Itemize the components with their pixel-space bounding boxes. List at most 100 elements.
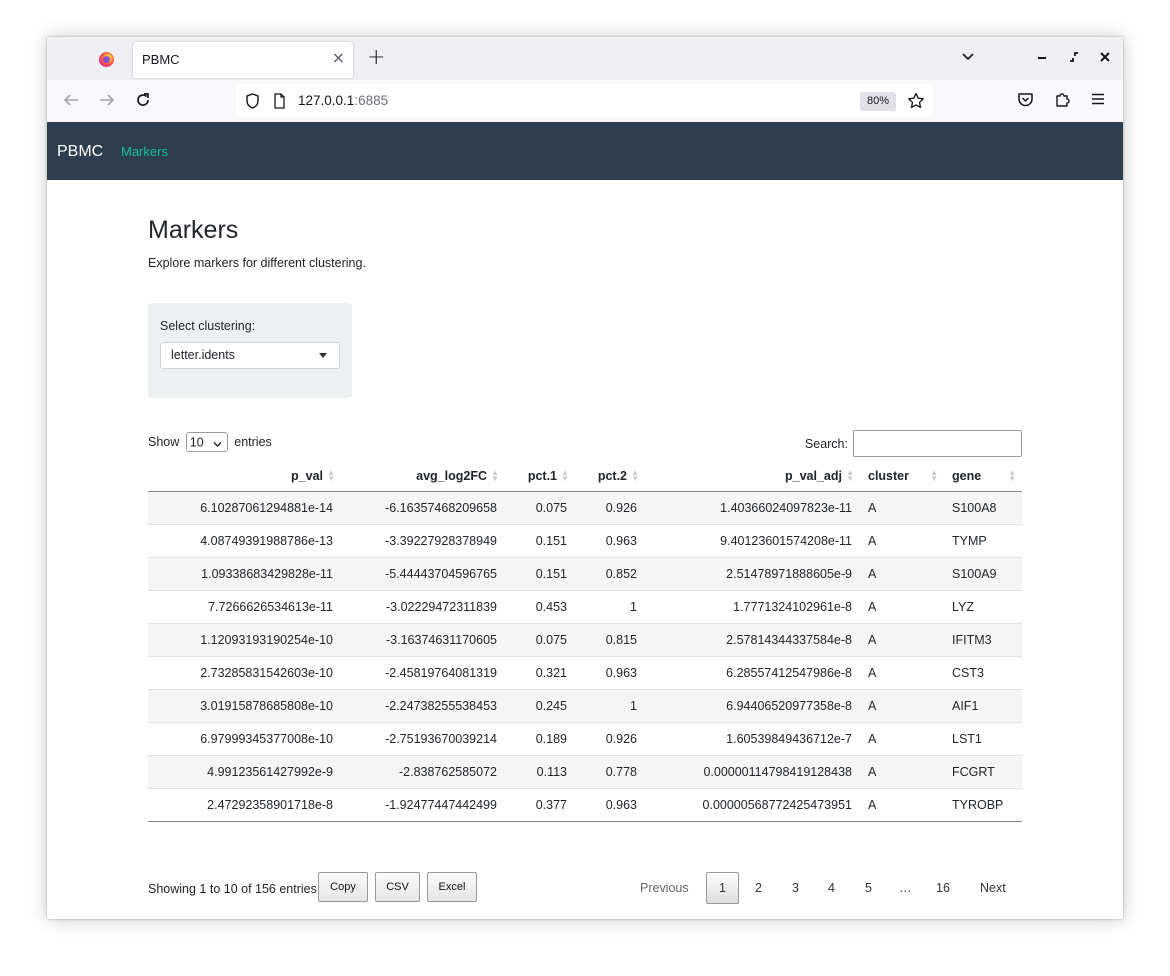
- cell-pct2: 1: [575, 590, 645, 624]
- pagination-page[interactable]: 3: [792, 881, 799, 895]
- url-text[interactable]: 127.0.0.1:6885: [298, 93, 388, 108]
- back-arrow-icon[interactable]: [62, 91, 80, 114]
- search-input[interactable]: [853, 430, 1022, 457]
- table-row[interactable]: 1.12093193190254e-10 -3.16374631170605 0…: [148, 623, 1022, 657]
- minimize-icon[interactable]: [1037, 50, 1047, 66]
- table-row[interactable]: 6.10287061294881e-14 -6.16357468209658 0…: [148, 491, 1022, 525]
- cell-p-val: 6.10287061294881e-14: [148, 491, 341, 525]
- column-header-pct2[interactable]: pct.2 ▲ ▼: [575, 461, 645, 492]
- cell-avg-log2fc: -2.838762585072: [341, 755, 505, 789]
- shield-icon[interactable]: [245, 93, 260, 113]
- pagination-ellipsis: …: [899, 881, 912, 895]
- cell-p-val-adj: 6.94406520977358e-8: [645, 689, 860, 723]
- tab-list-chevron-icon[interactable]: [961, 50, 975, 66]
- cell-p-val-adj: 1.60539849436712e-7: [645, 722, 860, 756]
- table-row[interactable]: 4.99123561427992e-9 -2.838762585072 0.11…: [148, 755, 1022, 789]
- cell-avg-log2fc: -5.44443704596765: [341, 557, 505, 591]
- zoom-level-badge[interactable]: 80%: [860, 92, 896, 111]
- table-row[interactable]: 1.09338683429828e-11 -5.44443704596765 0…: [148, 557, 1022, 591]
- cell-avg-log2fc: -2.75193670039214: [341, 722, 505, 756]
- sort-icon: ▲ ▼: [491, 468, 499, 483]
- sort-icon: ▲ ▼: [1008, 468, 1016, 483]
- column-header-p-val[interactable]: p_val ▲ ▼: [148, 461, 341, 492]
- pagination-page[interactable]: 5: [865, 881, 872, 895]
- column-header-p-val-adj[interactable]: p_val_adj ▲ ▼: [645, 461, 860, 492]
- pagination-page[interactable]: 2: [755, 881, 762, 895]
- reload-icon[interactable]: [134, 91, 152, 114]
- table-row[interactable]: 7.7266626534613e-11 -3.02229472311839 0.…: [148, 590, 1022, 624]
- cell-pct1: 0.151: [505, 524, 575, 558]
- clustering-select[interactable]: letter.idents: [160, 342, 340, 369]
- pagination-page[interactable]: 16: [936, 881, 950, 895]
- app-brand[interactable]: PBMC: [57, 143, 103, 161]
- restore-icon[interactable]: [1069, 50, 1079, 66]
- cell-p-val: 2.47292358901718e-8: [148, 788, 341, 822]
- new-tab-button[interactable]: +: [367, 47, 385, 69]
- forward-arrow-icon[interactable]: [98, 91, 116, 114]
- cell-cluster: A: [860, 755, 944, 789]
- column-header-cluster[interactable]: cluster ▲ ▼: [860, 461, 944, 492]
- sort-icon: ▲ ▼: [631, 468, 639, 483]
- bookmark-star-icon[interactable]: [907, 92, 925, 114]
- cell-cluster: A: [860, 722, 944, 756]
- table-row[interactable]: 6.97999345377008e-10 -2.75193670039214 0…: [148, 722, 1022, 756]
- copy-button[interactable]: Copy: [318, 872, 368, 902]
- cell-avg-log2fc: -2.45819764081319: [341, 656, 505, 690]
- column-header-pct1[interactable]: pct.1 ▲ ▼: [505, 461, 575, 492]
- column-header-avg-log2fc[interactable]: avg_log2FC ▲ ▼: [341, 461, 505, 492]
- show-label: Show: [148, 435, 180, 449]
- cell-pct1: 0.189: [505, 722, 575, 756]
- table-row[interactable]: 2.47292358901718e-8 -1.92477447442499 0.…: [148, 788, 1022, 822]
- cell-gene: S100A8: [944, 491, 1022, 525]
- url-bar[interactable]: 127.0.0.1:6885 80%: [236, 85, 933, 117]
- pagination-page-current[interactable]: 1: [706, 872, 739, 904]
- cell-pct1: 0.075: [505, 623, 575, 657]
- nav-link-markers[interactable]: Markers: [121, 144, 168, 159]
- cell-cluster: A: [860, 557, 944, 591]
- cell-cluster: A: [860, 524, 944, 558]
- table-row[interactable]: 4.08749391988786e-13 -3.39227928378949 0…: [148, 524, 1022, 558]
- cell-cluster: A: [860, 788, 944, 822]
- cell-gene: AIF1: [944, 689, 1022, 723]
- tab-close-icon[interactable]: ×: [332, 50, 345, 66]
- sort-icon: ▲ ▼: [327, 468, 335, 483]
- pagination-page[interactable]: 4: [828, 881, 835, 895]
- entries-length-control: Show 10 entries: [148, 432, 272, 454]
- cell-p-val: 3.01915878685808e-10: [148, 689, 341, 723]
- extensions-icon[interactable]: [1054, 91, 1071, 113]
- cell-p-val-adj: 2.51478971888605e-9: [645, 557, 860, 591]
- pagination-previous[interactable]: Previous: [640, 881, 689, 895]
- cell-gene: FCGRT: [944, 755, 1022, 789]
- sort-icon: ▲ ▼: [561, 468, 569, 483]
- cell-p-val-adj: 0.00000114798419128438: [645, 755, 860, 789]
- cell-gene: IFITM3: [944, 623, 1022, 657]
- cell-p-val: 2.73285831542603e-10: [148, 656, 341, 690]
- cell-p-val-adj: 6.28557412547986e-8: [645, 656, 860, 690]
- pocket-icon[interactable]: [1017, 91, 1034, 113]
- csv-button[interactable]: CSV: [375, 872, 420, 902]
- table-row[interactable]: 2.73285831542603e-10 -2.45819764081319 0…: [148, 656, 1022, 690]
- close-window-icon[interactable]: [1100, 50, 1110, 66]
- cell-pct1: 0.075: [505, 491, 575, 525]
- cell-gene: CST3: [944, 656, 1022, 690]
- excel-button[interactable]: Excel: [427, 872, 477, 902]
- search-label: Search:: [804, 437, 848, 451]
- browser-tab[interactable]: PBMC ×: [133, 42, 353, 78]
- firefox-logo-icon: [99, 52, 114, 67]
- page-info-icon[interactable]: [273, 93, 286, 113]
- tab-title: PBMC: [142, 52, 180, 67]
- entries-select[interactable]: 10: [185, 432, 228, 452]
- column-header-gene[interactable]: gene ▲ ▼: [944, 461, 1022, 492]
- app-menu-icon[interactable]: [1090, 91, 1106, 112]
- clustering-select-value: letter.idents: [171, 348, 235, 362]
- table-row[interactable]: 3.01915878685808e-10 -2.24738255538453 0…: [148, 689, 1022, 723]
- cell-avg-log2fc: -3.39227928378949: [341, 524, 505, 558]
- cell-gene: LST1: [944, 722, 1022, 756]
- cell-gene: LYZ: [944, 590, 1022, 624]
- table-info: Showing 1 to 10 of 156 entries: [148, 882, 317, 896]
- cell-cluster: A: [860, 689, 944, 723]
- pagination-next[interactable]: Next: [980, 881, 1006, 895]
- clustering-label: Select clustering:: [160, 319, 256, 333]
- cell-pct1: 0.377: [505, 788, 575, 822]
- cell-pct2: 0.852: [575, 557, 645, 591]
